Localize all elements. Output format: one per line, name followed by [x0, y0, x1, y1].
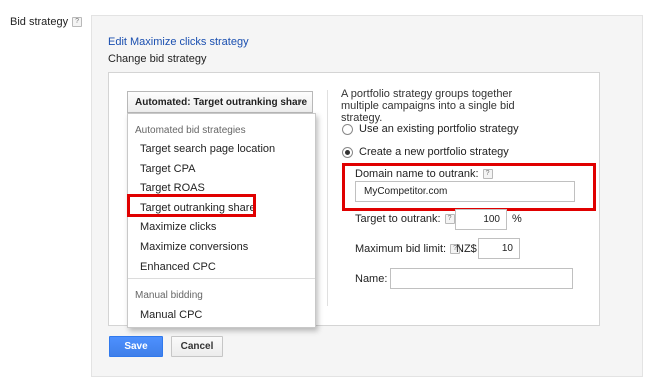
edit-strategy-link[interactable]: Edit Maximize clicks strategy	[108, 36, 249, 48]
bid-strategy-label: Bid strategy ?	[10, 16, 83, 28]
cancel-button[interactable]: Cancel	[171, 336, 223, 357]
max-bid-label-text: Maximum bid limit:	[355, 243, 447, 255]
target-outranking-highlight-box	[127, 194, 256, 217]
target-field-label: Target to outrank: ?	[355, 213, 455, 225]
radio-create-new-label: Create a new portfolio strategy	[359, 146, 509, 158]
help-icon[interactable]: ?	[444, 214, 455, 224]
chevron-down-icon: ▼	[296, 99, 303, 106]
max-bid-input[interactable]: 10	[478, 238, 520, 259]
menu-item-target-search-page-location[interactable]: Target search page location	[140, 143, 275, 155]
change-bid-strategy-heading: Change bid strategy	[108, 53, 207, 65]
bid-strategy-label-text: Bid strategy	[10, 16, 69, 28]
bid-strategy-dropdown-menu: Automated bid strategies Target search p…	[127, 113, 316, 328]
menu-item-maximize-clicks[interactable]: Maximize clicks	[140, 221, 216, 233]
menu-item-manual-cpc[interactable]: Manual CPC	[140, 309, 202, 321]
manual-bidding-header: Manual bidding	[135, 290, 203, 301]
currency-label: NZ$	[456, 243, 477, 255]
name-field-label: Name:	[355, 273, 387, 285]
radio-checked-icon[interactable]	[342, 146, 353, 158]
max-bid-field-label: Maximum bid limit: ?	[355, 243, 461, 255]
domain-highlight-box	[342, 163, 596, 211]
radio-use-existing-portfolio[interactable]: Use an existing portfolio strategy	[342, 123, 519, 135]
menu-item-target-cpa[interactable]: Target CPA	[140, 163, 195, 175]
radio-create-new-portfolio[interactable]: Create a new portfolio strategy	[342, 146, 509, 158]
portfolio-description: A portfolio strategy groups together mul…	[341, 88, 515, 124]
target-outrank-input[interactable]: 100	[455, 209, 507, 230]
radio-use-existing-label: Use an existing portfolio strategy	[359, 123, 519, 135]
menu-item-maximize-conversions[interactable]: Maximize conversions	[140, 241, 248, 253]
automated-strategies-header: Automated bid strategies	[135, 125, 246, 136]
menu-item-enhanced-cpc[interactable]: Enhanced CPC	[140, 261, 216, 273]
save-button[interactable]: Save	[109, 336, 163, 357]
target-label-text: Target to outrank:	[355, 213, 441, 225]
portfolio-name-input[interactable]	[390, 268, 573, 289]
bid-strategy-select[interactable]: Automated: Target outranking share ▼	[127, 91, 313, 113]
radio-unchecked-icon[interactable]	[342, 123, 353, 135]
menu-divider	[128, 278, 315, 279]
column-divider	[327, 90, 328, 306]
bid-strategy-select-value: Automated: Target outranking share	[135, 96, 308, 108]
name-label-text: Name:	[355, 273, 388, 285]
menu-item-target-roas[interactable]: Target ROAS	[140, 182, 205, 194]
percent-unit: %	[512, 213, 522, 225]
help-icon[interactable]: ?	[72, 17, 83, 27]
